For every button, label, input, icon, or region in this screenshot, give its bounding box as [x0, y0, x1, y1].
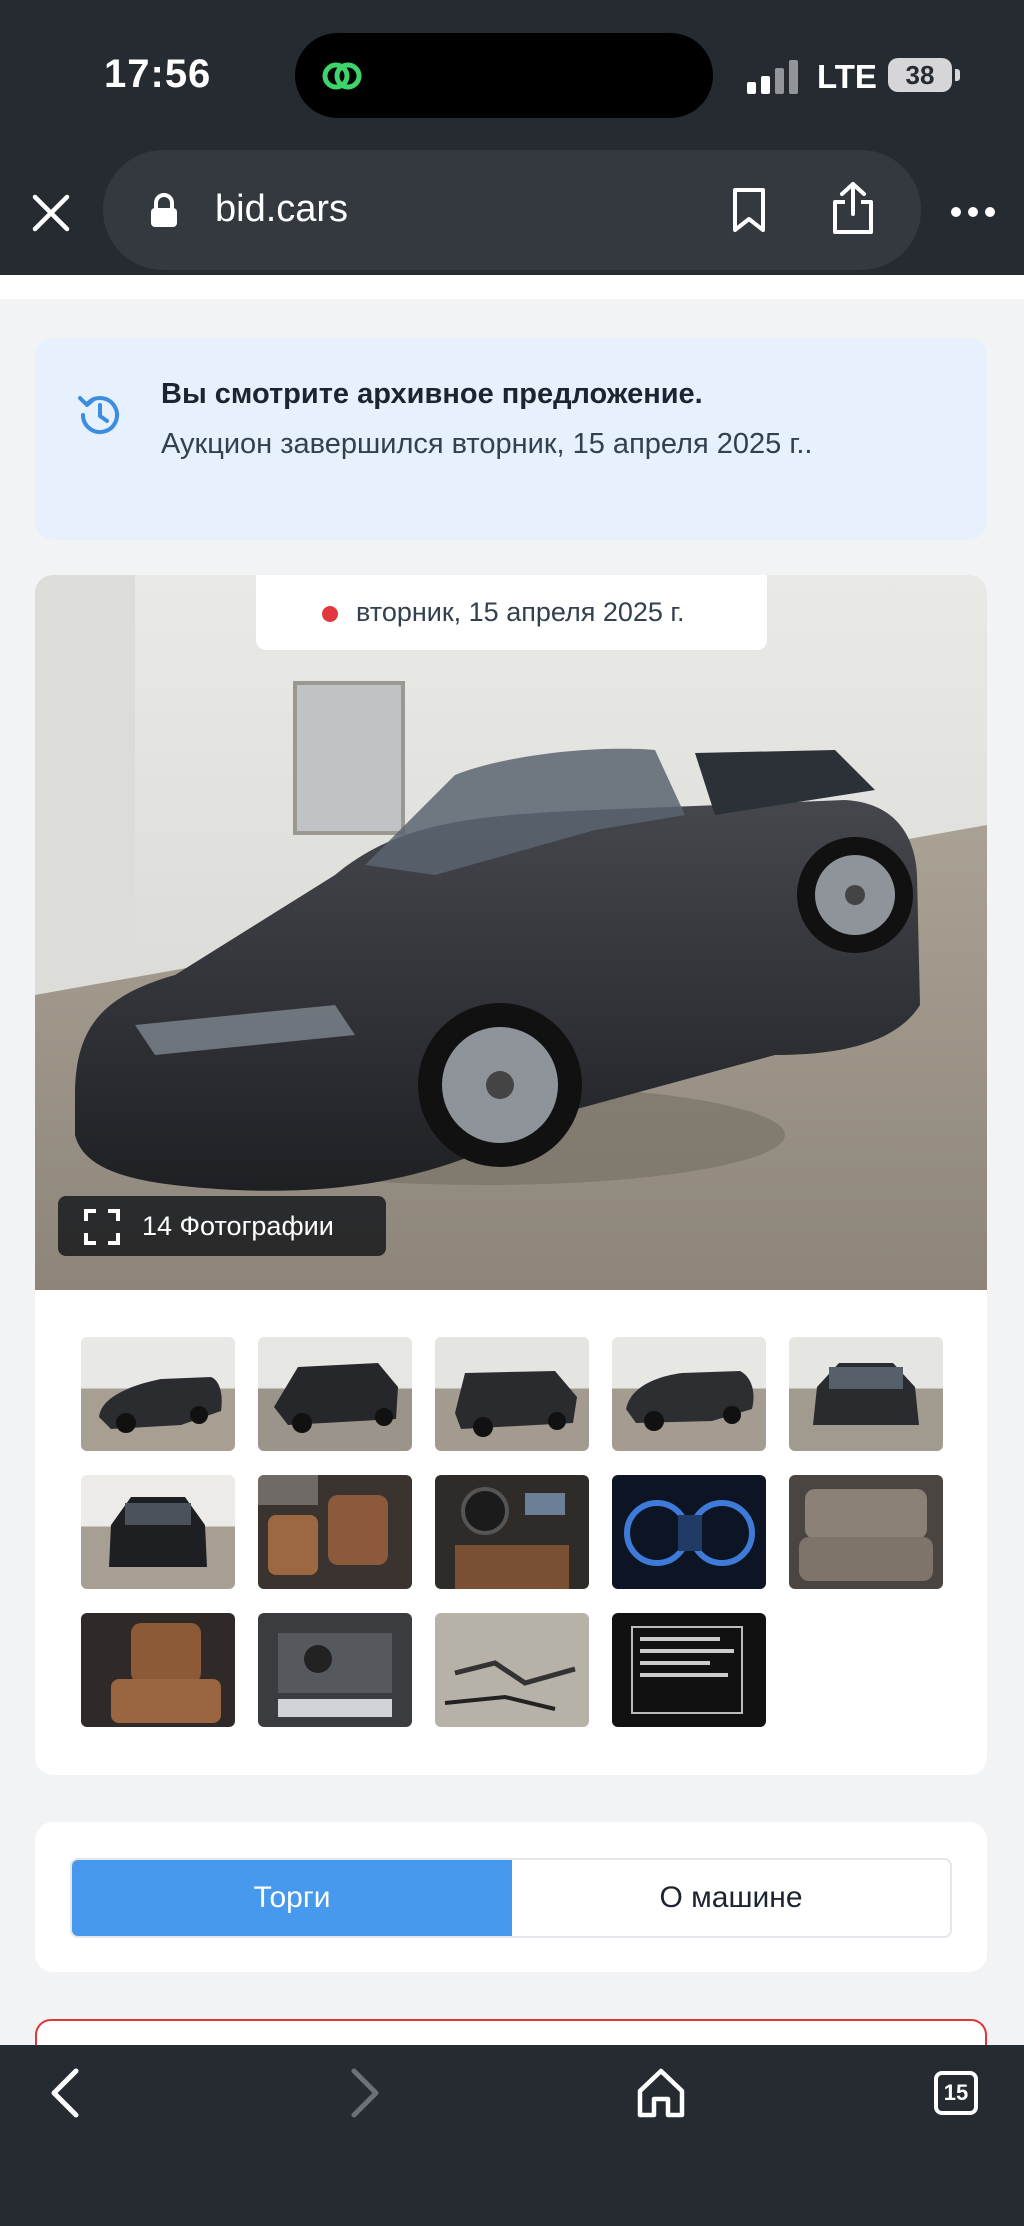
- notice-title: Вы смотрите архивное предложение.: [161, 378, 703, 410]
- fullscreen-icon: [84, 1209, 120, 1245]
- status-bar: 17:56 LTE 38: [0, 0, 1024, 150]
- back-icon[interactable]: [44, 2065, 86, 2121]
- thumbnail[interactable]: [435, 1475, 589, 1589]
- photo-count-label: 14 Фотографии: [142, 1211, 334, 1241]
- status-dot: [322, 606, 338, 622]
- tab-bar: Торги О машине: [70, 1858, 952, 1938]
- history-icon: [78, 396, 119, 435]
- photo-gallery: вторник, 15 апреля 2025 г. 14 Фотографии: [35, 575, 987, 1775]
- web-page: Вы смотрите архивное предложение. Аукцио…: [0, 275, 1024, 2079]
- archive-notice: Вы смотрите архивное предложение. Аукцио…: [35, 338, 987, 540]
- thumbnail[interactable]: [258, 1337, 412, 1451]
- thumbnail[interactable]: [612, 1475, 766, 1589]
- tab-about-car[interactable]: О машине: [512, 1860, 950, 1936]
- thumbnail[interactable]: [81, 1613, 235, 1727]
- notice-text: Аукцион завершился вторник, 15 апреля 20…: [161, 428, 813, 460]
- network-type: LTE: [817, 58, 877, 95]
- main-photo[interactable]: вторник, 15 апреля 2025 г. 14 Фотографии: [35, 575, 987, 1290]
- browser-toolbar: bid.cars: [0, 150, 1024, 275]
- photos-button[interactable]: 14 Фотографии: [58, 1196, 386, 1256]
- thumbnail[interactable]: [789, 1337, 943, 1451]
- more-icon[interactable]: [950, 206, 996, 218]
- status-time: 17:56: [104, 52, 212, 96]
- tab-bidding[interactable]: Торги: [72, 1860, 512, 1936]
- forward-icon[interactable]: [344, 2065, 386, 2121]
- link-icon: [322, 62, 362, 90]
- thumbnail[interactable]: [612, 1337, 766, 1451]
- auction-date: вторник, 15 апреля 2025 г.: [356, 597, 685, 627]
- thumbnail[interactable]: [612, 1613, 766, 1727]
- thumbnail[interactable]: [258, 1475, 412, 1589]
- thumbnail[interactable]: [258, 1613, 412, 1727]
- dynamic-island: [295, 33, 713, 118]
- thumbnail[interactable]: [435, 1337, 589, 1451]
- home-icon[interactable]: [634, 2065, 688, 2121]
- battery-icon: 38: [888, 58, 952, 92]
- share-icon[interactable]: [829, 180, 877, 236]
- bookmark-icon[interactable]: [729, 186, 769, 234]
- thumbnail[interactable]: [435, 1613, 589, 1727]
- address-bar[interactable]: bid.cars: [103, 150, 921, 270]
- browser-bottom-bar: 15: [0, 2045, 1024, 2226]
- thumbnail[interactable]: [789, 1475, 943, 1589]
- tabs-card: Торги О машине: [35, 1822, 987, 1972]
- thumbnail[interactable]: [81, 1337, 235, 1451]
- close-icon[interactable]: [28, 190, 74, 236]
- lock-icon: [151, 193, 177, 227]
- car-photo: [35, 575, 987, 1290]
- auction-date-badge: вторник, 15 апреля 2025 г.: [256, 575, 767, 650]
- thumbnail[interactable]: [81, 1475, 235, 1589]
- url-text: bid.cars: [215, 188, 349, 230]
- signal-icon: [747, 58, 803, 94]
- tabs-count-button[interactable]: 15: [934, 2071, 978, 2115]
